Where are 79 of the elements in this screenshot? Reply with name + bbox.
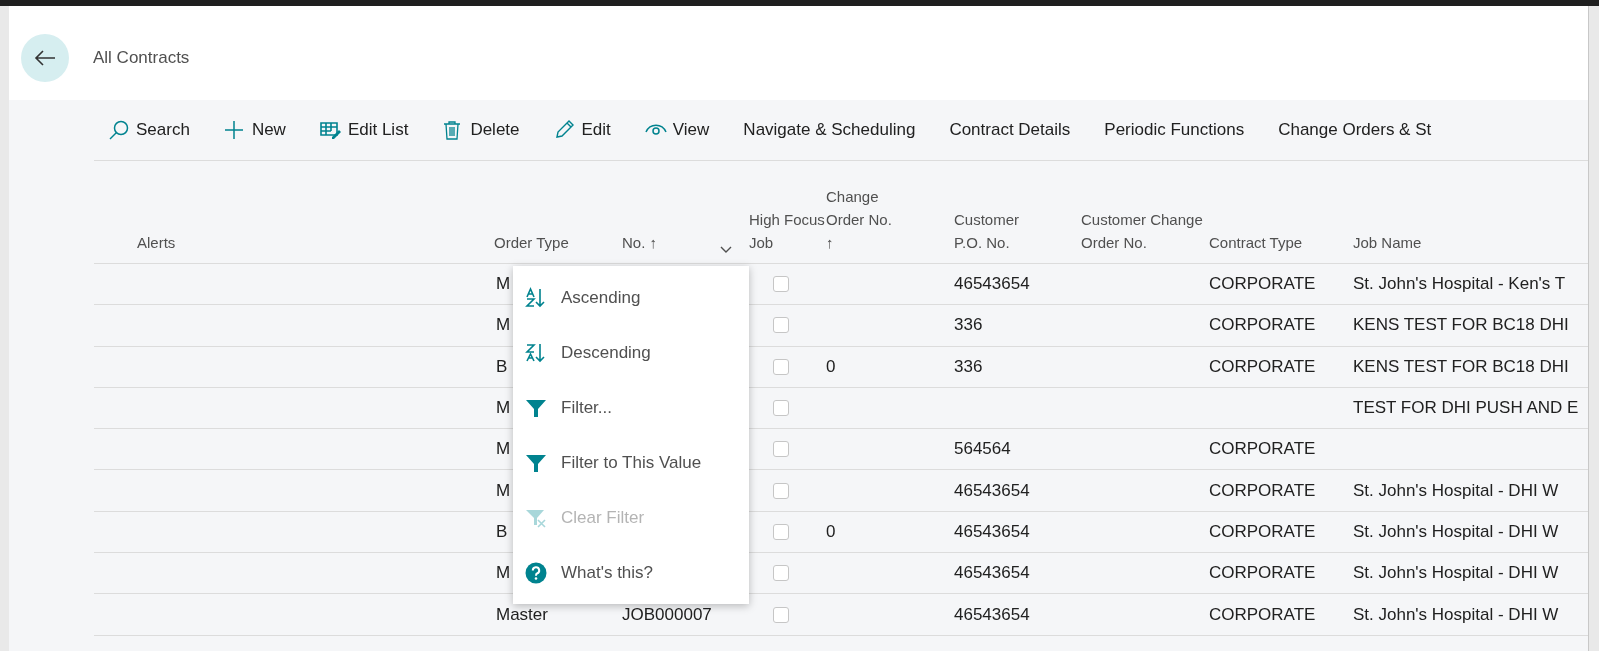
toolbar-menu[interactable]: Navigate & Scheduling bbox=[743, 120, 916, 140]
checkbox[interactable] bbox=[773, 482, 789, 499]
plus-icon bbox=[223, 120, 246, 140]
checkbox[interactable] bbox=[773, 441, 789, 458]
toolbar-menu[interactable]: Contract Details bbox=[949, 120, 1071, 140]
table-cell: CORPORATE bbox=[1209, 274, 1316, 294]
checkbox[interactable] bbox=[773, 523, 789, 540]
table-cell: CORPORATE bbox=[1209, 604, 1316, 624]
column-header[interactable]: Contract Type bbox=[1209, 231, 1303, 254]
search-icon bbox=[108, 120, 130, 140]
column-header[interactable]: Order Type bbox=[494, 231, 569, 254]
checkbox[interactable] bbox=[773, 276, 789, 293]
table-cell: M bbox=[496, 563, 511, 583]
column-header[interactable]: Job Name bbox=[1353, 231, 1422, 254]
table-cell: KENS TEST FOR BC18 DHI bbox=[1353, 356, 1569, 376]
table-cell: CORPORATE bbox=[1209, 563, 1316, 583]
table-cell: M bbox=[496, 398, 511, 418]
table-cell: 0 bbox=[826, 521, 836, 541]
table-cell: 46543654 bbox=[954, 563, 1030, 583]
toolbar-button[interactable]: New bbox=[223, 120, 286, 140]
column-header[interactable]: High Focus Job bbox=[749, 208, 826, 254]
column-header[interactable]: Change Order No. ↑ bbox=[826, 185, 902, 254]
table-cell: M bbox=[496, 439, 511, 459]
table-cell: 46543654 bbox=[954, 274, 1030, 294]
table-cell: CORPORATE bbox=[1209, 439, 1316, 459]
menu-item[interactable]: What's this? bbox=[513, 545, 749, 600]
table-edit-icon bbox=[319, 120, 342, 140]
back-arrow-icon bbox=[34, 49, 56, 67]
checkbox[interactable] bbox=[773, 358, 789, 375]
page-title: All Contracts bbox=[93, 48, 190, 68]
table-cell: TEST FOR DHI PUSH AND E bbox=[1353, 398, 1579, 418]
toolbar-button[interactable]: Search bbox=[108, 120, 190, 140]
table-cell: CORPORATE bbox=[1209, 521, 1316, 541]
pencil-icon bbox=[553, 120, 576, 140]
table-cell: M bbox=[496, 315, 511, 335]
menu-item[interactable]: Filter... bbox=[513, 380, 749, 435]
table-cell: 46543654 bbox=[954, 480, 1030, 500]
table-cell: 0 bbox=[826, 356, 836, 376]
back-button[interactable] bbox=[21, 34, 69, 82]
checkbox[interactable] bbox=[773, 565, 789, 582]
checkbox[interactable] bbox=[773, 606, 789, 623]
table-cell: CORPORATE bbox=[1209, 356, 1316, 376]
sort-ascending-icon bbox=[525, 286, 547, 309]
toolbar-button[interactable]: Edit List bbox=[319, 120, 409, 140]
table-cell: 46543654 bbox=[954, 521, 1030, 541]
help-icon bbox=[525, 561, 547, 584]
menu-item[interactable]: Filter to This Value bbox=[513, 435, 749, 490]
table-cell: St. John's Hospital - DHI W bbox=[1353, 521, 1559, 541]
table-cell: CORPORATE bbox=[1209, 480, 1316, 500]
checkbox[interactable] bbox=[773, 400, 789, 417]
table-cell: Master bbox=[496, 604, 548, 624]
table-cell: M bbox=[496, 480, 511, 500]
table-cell: B bbox=[496, 521, 508, 541]
column-header[interactable]: Customer P.O. No. bbox=[954, 208, 1030, 254]
toolbar-button[interactable]: Delete bbox=[442, 120, 520, 140]
table-cell: St. John's Hospital - DHI W bbox=[1353, 480, 1559, 500]
table-cell: 46543654 bbox=[954, 604, 1030, 624]
column-header[interactable]: Alerts bbox=[137, 231, 176, 254]
table-cell: St. John's Hospital - Ken's T bbox=[1353, 274, 1566, 294]
toolbar-button[interactable]: Edit bbox=[553, 120, 611, 140]
sort-descending-icon bbox=[525, 341, 547, 364]
table-cell: CORPORATE bbox=[1209, 315, 1316, 335]
table-cell: 336 bbox=[954, 315, 983, 335]
table-cell: 336 bbox=[954, 356, 983, 376]
table-cell: St. John's Hospital - DHI W bbox=[1353, 604, 1559, 624]
column-header[interactable]: Customer Change Order No. bbox=[1081, 208, 1209, 254]
toolbar-menu[interactable]: Periodic Functions bbox=[1104, 120, 1245, 140]
table-cell: M bbox=[496, 274, 511, 294]
table-cell: St. John's Hospital - DHI W bbox=[1353, 563, 1559, 583]
toolbar-menu[interactable]: Change Orders & St bbox=[1278, 120, 1432, 140]
table-cell: KENS TEST FOR BC18 DHI bbox=[1353, 315, 1569, 335]
column-header[interactable]: No. ↑ bbox=[622, 231, 657, 254]
toolbar-button[interactable]: View bbox=[644, 120, 710, 140]
table-cell: B bbox=[496, 356, 508, 376]
table-cell: JOB000007 bbox=[622, 604, 712, 624]
checkbox[interactable] bbox=[773, 317, 789, 334]
menu-item[interactable]: Descending bbox=[513, 325, 749, 380]
menu-item[interactable]: Ascending bbox=[513, 270, 749, 325]
table-cell: 564564 bbox=[954, 439, 1011, 459]
